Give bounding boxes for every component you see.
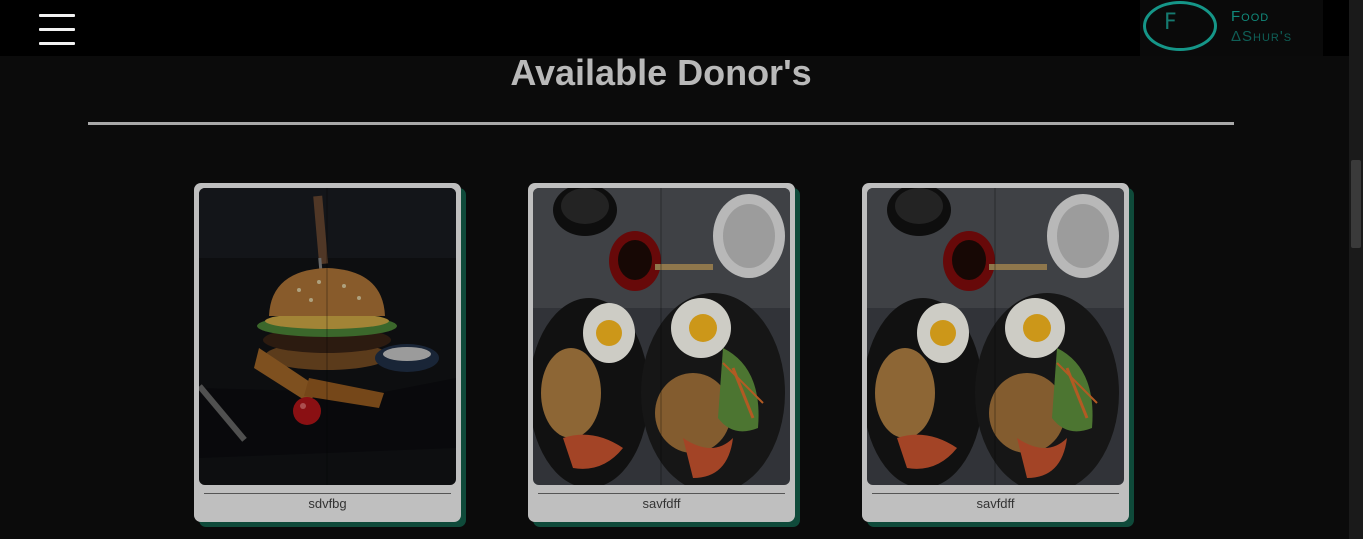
- page-title: Available Donor's: [510, 52, 812, 93]
- title-divider: [88, 122, 1234, 125]
- hamburger-line: [39, 28, 75, 31]
- donor-name: savfdff: [642, 496, 681, 511]
- logo-mark: F: [1164, 10, 1177, 35]
- logo-ring-icon: [1143, 1, 1217, 51]
- donor-name: savfdff: [976, 496, 1015, 511]
- hamburger-line: [39, 42, 75, 45]
- breakfast-plate-photo: [867, 188, 1124, 485]
- donor-card[interactable]: sdvfbg: [194, 183, 461, 522]
- logo-text-line1: Food: [1231, 8, 1270, 25]
- logo-text-line2: ΔShur's: [1231, 28, 1293, 45]
- hamburger-line: [39, 14, 75, 17]
- top-navigation-bar: F Food ΔShur's: [0, 0, 1349, 56]
- donor-name: sdvfbg: [308, 496, 347, 511]
- vertical-scrollbar[interactable]: [1349, 0, 1363, 539]
- brand-logo[interactable]: F Food ΔShur's: [1140, 0, 1323, 56]
- breakfast-plate-photo: [533, 188, 790, 485]
- donor-card[interactable]: savfdff: [528, 183, 795, 522]
- hamburger-menu-icon[interactable]: [39, 14, 75, 46]
- burger-photo: [199, 188, 456, 485]
- card-divider: [204, 493, 451, 494]
- donor-card[interactable]: savfdff: [862, 183, 1129, 522]
- scrollbar-thumb[interactable]: [1351, 160, 1361, 248]
- card-divider: [872, 493, 1119, 494]
- card-divider: [538, 493, 785, 494]
